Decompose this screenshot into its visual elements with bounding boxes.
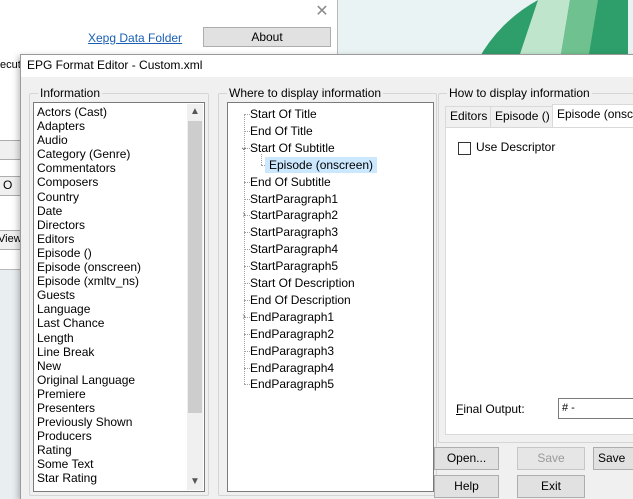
chevron-right-icon[interactable]: › [239,207,249,223]
xepg-data-folder-link[interactable]: Xepg Data Folder [88,31,182,45]
tab-episode[interactable]: Episode () [490,106,555,127]
open-button[interactable]: Open... [434,447,499,470]
information-list-item[interactable]: Episode () [36,246,186,260]
how-group-label: How to display information [447,85,592,101]
information-list-item[interactable]: Language [36,302,186,316]
tree-node[interactable]: Start Of Subtitle [250,140,335,156]
tab-editors[interactable]: Editors [445,106,493,127]
information-list-item[interactable]: New [36,359,186,373]
information-list-item[interactable]: Previously Shown [36,415,186,429]
final-output-label: Final Output: [456,402,525,416]
information-list-item[interactable]: Length [36,331,186,345]
information-list-item[interactable]: Some Text [36,457,186,471]
tree-node[interactable]: End Of Title [250,123,313,139]
save-button[interactable]: Save [517,447,585,470]
information-list-item[interactable]: Category (Genre) [36,147,186,161]
dialog-title: EPG Format Editor - Custom.xml [21,55,633,77]
about-button[interactable]: About [203,27,331,47]
tree-node[interactable]: StartParagraph5 [250,258,338,274]
information-list-item[interactable]: Commentators [36,161,186,175]
tree-connector [261,153,262,165]
tree-node[interactable]: End Of Subtitle [250,174,331,190]
information-list-item[interactable]: Audio [36,133,186,147]
background-field [0,140,22,160]
execute-fragment: ecut [0,59,21,71]
decorative-wheel-graphic [478,0,628,60]
tree-node[interactable]: Start Of Description [250,275,355,291]
information-list-item[interactable]: Composers [36,175,186,189]
information-list-item[interactable]: Episode (xmltv_ns) [36,274,186,288]
information-list-item[interactable]: Date [36,204,186,218]
tree-node[interactable]: StartParagraph4 [250,241,338,257]
information-list-item[interactable]: Rating [36,443,186,457]
information-list-item[interactable]: Episode (onscreen) [36,260,186,274]
scroll-thumb[interactable] [188,121,202,413]
help-button[interactable]: Help [434,475,499,498]
close-icon[interactable]: ✕ [313,3,331,21]
tree-node[interactable]: EndParagraph2 [250,326,334,342]
tree-node[interactable]: Episode (onscreen) [265,156,378,173]
use-descriptor-label: Use Descriptor [476,140,556,154]
tree-node[interactable]: Start Of Title [250,106,317,122]
tab-episode-onscreen[interactable]: Episode (onscre [552,104,633,127]
tree-node[interactable]: End Of Description [250,292,351,308]
tree-node[interactable]: EndParagraph4 [250,360,334,376]
background-view-button[interactable]: View [0,230,22,250]
tree-node[interactable]: StartParagraph2 [250,207,338,223]
tree-node[interactable]: EndParagraph3 [250,343,334,359]
information-list-item[interactable]: Guests [36,288,186,302]
information-list-item[interactable]: Producers [36,429,186,443]
use-descriptor-checkbox[interactable] [458,142,471,155]
information-list-item[interactable]: Star Rating [36,471,186,485]
chevron-down-icon[interactable]: ⌄ [239,140,249,156]
scroll-down-icon[interactable]: ▼ [187,474,203,490]
information-scrollbar[interactable]: ▲ ▼ [187,104,203,490]
exit-button[interactable]: Exit [517,475,585,498]
tree-node[interactable]: EndParagraph5 [250,376,334,392]
information-list-item[interactable]: Editors [36,232,186,246]
o-fragment: O [3,178,13,192]
final-output-field[interactable]: # - [558,398,633,419]
information-list-item[interactable]: Original Language [36,373,186,387]
information-list-item[interactable]: Directors [36,218,186,232]
information-list-item[interactable]: Premiere [36,387,186,401]
information-listbox[interactable]: Actors (Cast) Adapters Audio Category (Genr… [33,102,205,492]
where-group-label: Where to display information [227,85,384,101]
epg-format-editor-dialog: EPG Format Editor - Custom.xml Informati… [20,54,633,499]
where-tree[interactable]: Start Of Title End Of Title ⌄ Start Of Subt… [227,102,434,492]
information-group-label: Information [38,85,103,101]
tree-node[interactable]: StartParagraph1 [250,191,338,207]
tree-node[interactable]: EndParagraph1 [250,309,334,325]
tab-page: Use Descriptor Final Output: # - [445,127,633,435]
information-list-item[interactable]: Country [36,190,186,204]
information-list-item[interactable]: Adapters [36,119,186,133]
chevron-right-icon[interactable]: › [239,309,249,325]
scroll-up-icon[interactable]: ▲ [187,104,203,120]
final-output-label-rest: inal Output: [463,402,525,416]
tree-node[interactable]: StartParagraph3 [250,224,338,240]
information-list-item[interactable]: Line Break [36,345,186,359]
information-list-item[interactable]: Last Chance [36,316,186,330]
information-list-item[interactable]: Actors (Cast) [36,105,186,119]
information-list-item[interactable]: Presenters [36,401,186,415]
save-as-button[interactable]: Save [593,447,633,470]
view-fragment: View [0,233,22,245]
background-o-button[interactable]: O [0,176,22,196]
information-items: Actors (Cast) Adapters Audio Category (Genr… [36,105,186,486]
